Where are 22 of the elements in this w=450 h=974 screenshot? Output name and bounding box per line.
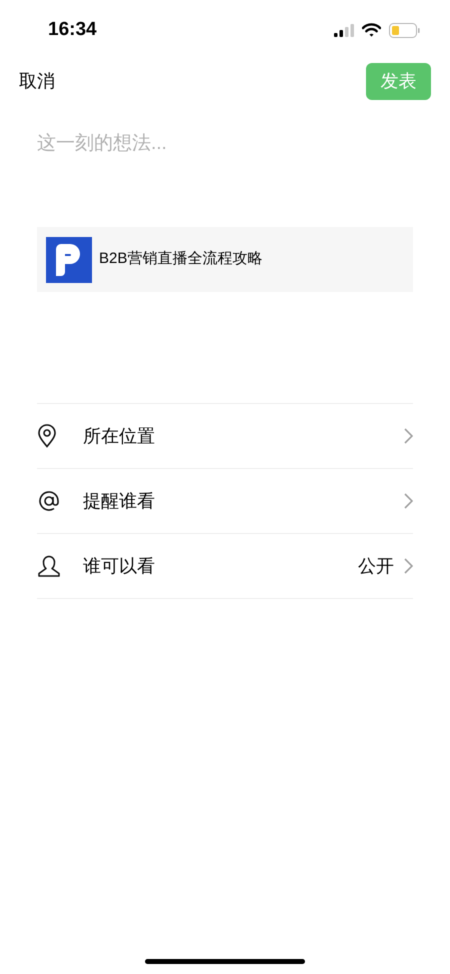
chevron-right-icon [404,493,413,509]
at-sign-icon [37,489,61,513]
signal-icon [334,24,354,36]
row-label: 提醒谁看 [83,490,156,512]
person-icon [37,554,61,578]
logo-icon [46,236,92,282]
battery-icon [389,22,420,38]
cancel-link[interactable]: 取消 [19,68,55,94]
location-pin-icon [37,424,57,448]
wifi-icon [362,23,381,37]
chevron-right-icon [404,558,413,574]
post-text-field[interactable]: 这一刻的想法... [37,130,413,190]
settings-row[interactable]: 提醒谁看 [37,469,413,534]
link-card-title: B2B营销直播全流程攻略 [99,249,262,270]
chevron-right-icon [404,428,413,444]
settings-row[interactable]: 所在位置 [37,404,413,469]
settings-row[interactable]: 谁可以看 公开 [37,534,413,599]
link-card[interactable]: B2B营销直播全流程攻略 [37,227,413,292]
row-label: 谁可以看 [83,554,156,578]
row-label: 所在位置 [83,424,156,448]
status-time: 16:34 [48,18,97,42]
row-value: 公开 [358,554,394,578]
